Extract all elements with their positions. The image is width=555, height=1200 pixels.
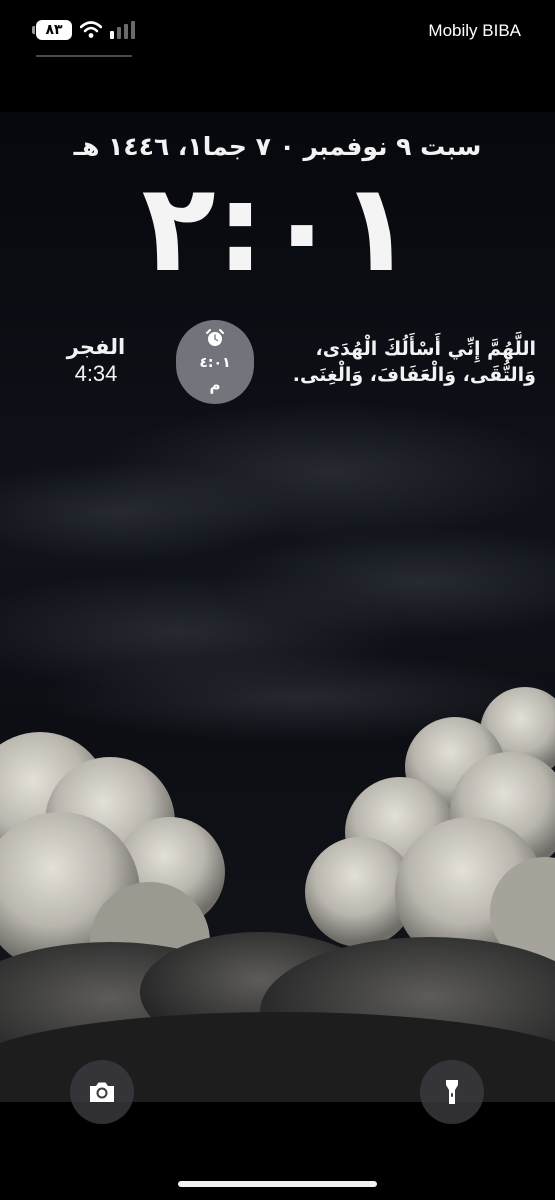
alarm-clock-icon <box>206 329 224 346</box>
cellular-signal-icon <box>110 21 135 39</box>
prayer-time-widget[interactable]: الفجر 4:34 <box>56 334 136 388</box>
battery-level: ٨٣ <box>45 22 63 38</box>
battery-icon: ٨٣ <box>32 20 72 40</box>
dua-text-widget[interactable]: اللَّهُمَّ إِنِّي أَسْأَلُكَ الْهُدَى، و… <box>286 336 536 388</box>
lock-screen: ٨٣ Mobily BIBA سبت ٩ نوفمبر ٠ ٧ جما١، ١٤… <box>0 0 555 1200</box>
camera-button[interactable] <box>70 1060 134 1124</box>
status-bar-edge <box>521 0 555 62</box>
wifi-icon <box>80 21 102 38</box>
prayer-name: الفجر <box>66 335 126 359</box>
alarm-widget[interactable]: ٤:٠١ م <box>176 320 254 404</box>
status-bar-separator <box>36 55 132 57</box>
prayer-time: 4:34 <box>74 361 118 386</box>
alarm-period: م <box>209 376 221 394</box>
flashlight-icon <box>446 1080 458 1104</box>
home-indicator[interactable] <box>178 1181 377 1187</box>
dua-line-1: اللَّهُمَّ إِنِّي أَسْأَلُكَ الْهُدَى، <box>315 338 536 360</box>
carrier-name: Mobily BIBA <box>428 21 521 40</box>
dua-line-2: وَالتُّقَى، وَالْعَفَافَ، وَالْغِنَى. <box>292 364 536 386</box>
lock-screen-clock: ٢:٠١ <box>141 157 414 299</box>
camera-icon <box>90 1082 114 1102</box>
flashlight-button[interactable] <box>420 1060 484 1124</box>
alarm-time: ٤:٠١ <box>199 355 231 371</box>
status-bar: ٨٣ Mobily BIBA <box>0 0 555 62</box>
